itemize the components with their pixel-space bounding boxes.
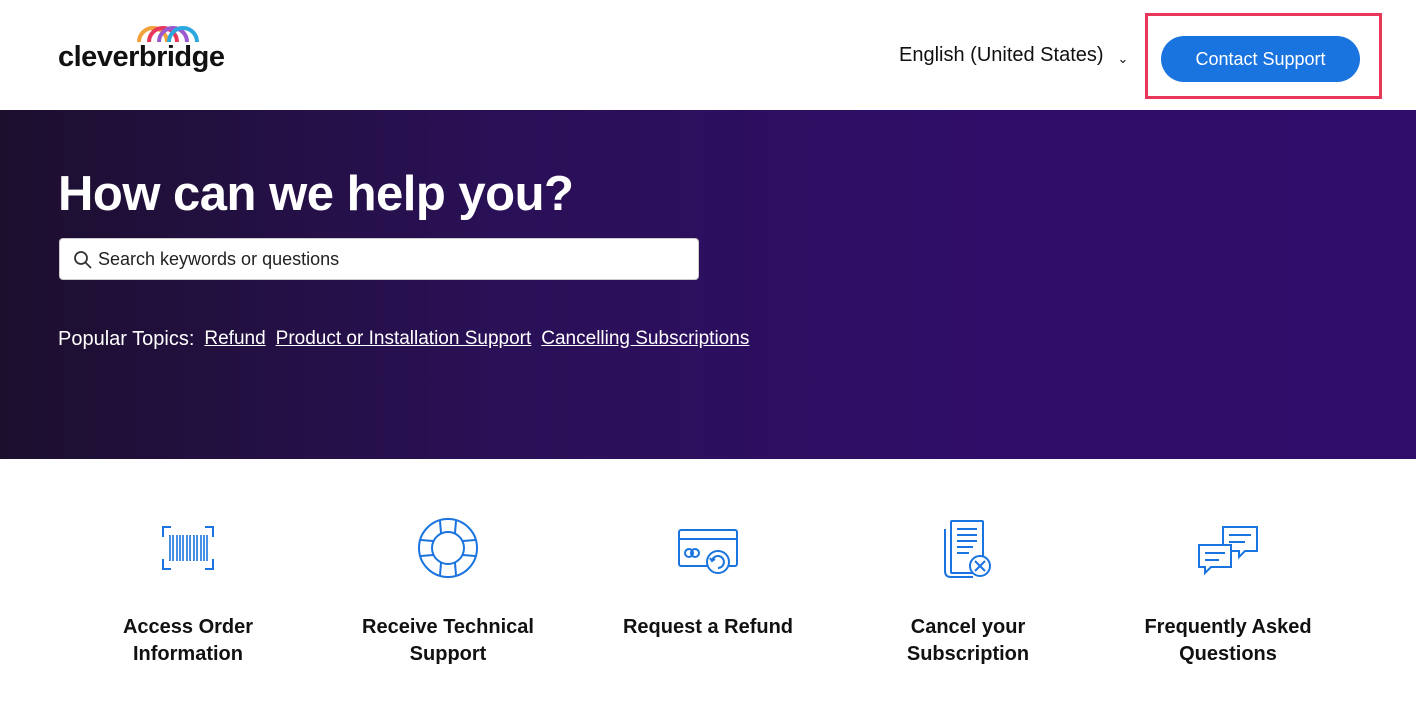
popular-topics-label: Popular Topics:	[58, 328, 195, 350]
topic-link-cancelling-subscriptions[interactable]: Cancelling Subscriptions	[541, 328, 749, 351]
contact-support-button[interactable]: Contact Support	[1161, 36, 1360, 82]
card-cancel-subscription[interactable]: Cancel your Subscription	[848, 515, 1088, 668]
hero-section: How can we help you? Popular Topics: Ref…	[0, 110, 1416, 459]
cleverbridge-logo[interactable]: cleverbridge	[58, 22, 225, 74]
card-label: Receive Technical Support	[362, 616, 534, 665]
contact-support-highlight: Contact Support	[1145, 13, 1382, 99]
logo-wordmark: cleverbridge	[58, 41, 225, 73]
document-cancel-icon	[944, 520, 991, 578]
card-label: Frequently Asked Questions	[1144, 616, 1312, 665]
language-label: English (United States)	[899, 44, 1104, 66]
site-header: cleverbridge English (United States) ⌄ C…	[0, 0, 1416, 110]
card-label: Cancel your Subscription	[906, 616, 1030, 665]
topic-link-product-support[interactable]: Product or Installation Support	[276, 328, 532, 351]
card-label: Request a Refund	[622, 616, 794, 638]
chevron-down-icon: ⌄	[1117, 50, 1129, 66]
chat-bubbles-icon	[1198, 526, 1258, 576]
lifebuoy-icon	[418, 518, 478, 578]
card-label: Access Order Information	[122, 616, 254, 665]
barcode-icon	[162, 526, 214, 570]
topic-link-refund[interactable]: Refund	[204, 328, 265, 351]
credit-card-refund-icon	[678, 529, 738, 574]
card-technical-support[interactable]: Receive Technical Support	[328, 515, 568, 668]
search-box[interactable]	[59, 238, 699, 280]
popular-topics: Popular Topics: Refund Product or Instal…	[58, 328, 749, 351]
search-icon	[74, 251, 92, 269]
language-selector[interactable]: English (United States) ⌄	[899, 44, 1128, 67]
search-input[interactable]	[98, 239, 688, 279]
card-faq[interactable]: Frequently Asked Questions	[1108, 515, 1348, 668]
page-title: How can we help you?	[58, 167, 574, 221]
card-request-refund[interactable]: Request a Refund	[588, 515, 828, 641]
card-access-order[interactable]: Access Order Information	[68, 515, 308, 668]
